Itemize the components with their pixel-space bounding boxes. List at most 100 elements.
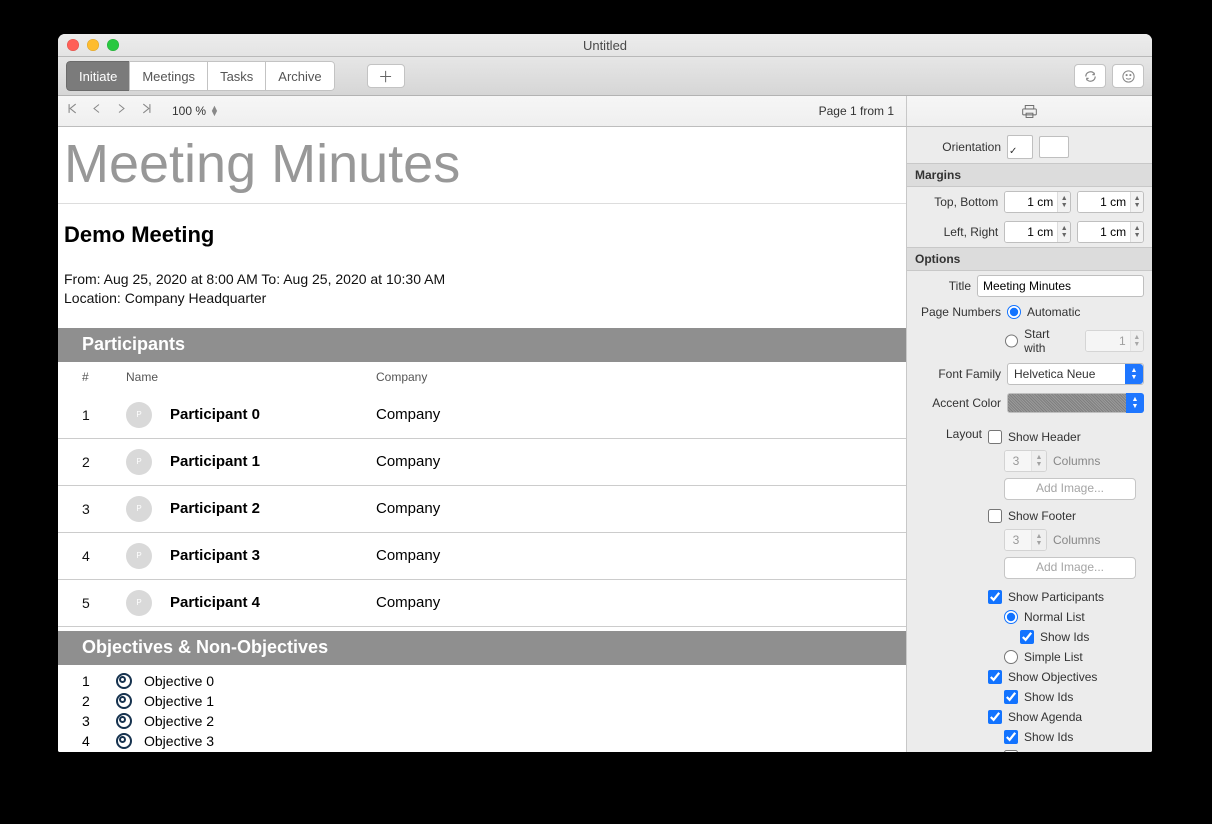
font-family-select[interactable]: Helvetica Neue ▲▼	[1007, 363, 1144, 385]
bottom-margin-stepper[interactable]: ▲▼	[1077, 191, 1144, 213]
emoji-button[interactable]	[1112, 64, 1144, 88]
start-with-input	[1086, 331, 1130, 351]
show-header-checkbox[interactable]	[988, 430, 1002, 444]
objective-index: 1	[82, 673, 116, 689]
add-button[interactable]: ＋	[367, 64, 405, 88]
objectives-show-ids-label: Show Ids	[1024, 690, 1073, 704]
inspector-panel: Orientation ✓ Margins Top, Bottom ▲▼ ▲▼ …	[907, 127, 1152, 752]
objective-index: 2	[82, 693, 116, 709]
agenda-show-ids-checkbox[interactable]	[1004, 730, 1018, 744]
meeting-meta: From: Aug 25, 2020 at 8:00 AM To: Aug 25…	[64, 270, 906, 308]
page-numbers-startwith-radio[interactable]	[1005, 334, 1019, 348]
next-page-button[interactable]	[116, 103, 128, 119]
footer-columns-stepper[interactable]: ▲▼	[1004, 529, 1047, 551]
view-mode-segmented: Initiate Meetings Tasks Archive	[66, 61, 335, 91]
agenda-show-responsible-checkbox[interactable]	[1004, 750, 1018, 752]
meeting-title: Demo Meeting	[64, 222, 906, 248]
participant-index: 4	[82, 548, 126, 564]
print-button[interactable]	[906, 96, 1152, 126]
participant-row: 4PParticipant 3Company	[58, 533, 906, 580]
tab-archive[interactable]: Archive	[265, 61, 334, 91]
footer-add-image-button[interactable]: Add Image...	[1004, 557, 1136, 579]
font-family-label: Font Family	[915, 367, 1001, 381]
sync-button[interactable]	[1074, 64, 1106, 88]
objective-label: Objective 2	[144, 713, 214, 729]
participants-simple-list-radio[interactable]	[1004, 650, 1018, 664]
last-page-button[interactable]	[140, 103, 152, 119]
participants-table-header: # Name Company	[58, 362, 906, 392]
avatar: P	[126, 449, 152, 475]
objective-label: Objective 0	[144, 673, 214, 689]
orientation-landscape[interactable]	[1039, 136, 1069, 158]
zoom-control[interactable]: 100 % ▲▼	[172, 104, 219, 118]
start-with-stepper[interactable]: ▲▼	[1085, 330, 1144, 352]
target-icon	[116, 713, 144, 729]
first-page-button[interactable]	[68, 103, 80, 119]
participants-normal-list-radio[interactable]	[1004, 610, 1018, 624]
show-agenda-checkbox[interactable]	[988, 710, 1002, 724]
right-margin-input[interactable]	[1078, 222, 1130, 242]
show-agenda-label: Show Agenda	[1008, 710, 1082, 724]
page-numbers-label: Page Numbers	[915, 305, 1001, 319]
document-title: Meeting Minutes	[64, 133, 906, 195]
left-right-label: Left, Right	[915, 225, 998, 239]
left-margin-input[interactable]	[1005, 222, 1057, 242]
participant-name: Participant 4	[170, 594, 260, 611]
printer-icon	[1021, 104, 1038, 119]
participant-name: Participant 3	[170, 547, 260, 564]
orientation-portrait[interactable]: ✓	[1007, 135, 1033, 159]
chevron-up-down-icon: ▲▼	[1125, 364, 1143, 384]
font-family-value: Helvetica Neue	[1014, 367, 1095, 381]
participant-index: 5	[82, 595, 126, 611]
show-objectives-checkbox[interactable]	[988, 670, 1002, 684]
prev-page-button[interactable]	[92, 103, 104, 119]
tab-tasks[interactable]: Tasks	[207, 61, 266, 91]
page-numbers-automatic-radio[interactable]	[1007, 305, 1021, 319]
objective-row: 4Objective 3	[58, 731, 906, 751]
participant-index: 1	[82, 407, 126, 423]
show-header-label: Show Header	[1008, 430, 1081, 444]
meeting-date-range: From: Aug 25, 2020 at 8:00 AM To: Aug 25…	[64, 270, 906, 289]
automatic-label: Automatic	[1027, 305, 1080, 319]
participant-index: 3	[82, 501, 126, 517]
document-nav-bar: 100 % ▲▼ Page 1 from 1	[58, 96, 1152, 127]
col-company-header: Company	[376, 370, 906, 384]
tab-initiate[interactable]: Initiate	[66, 61, 130, 91]
col-num-header: #	[82, 370, 126, 384]
avatar: P	[126, 590, 152, 616]
top-margin-stepper[interactable]: ▲▼	[1004, 191, 1071, 213]
accent-color-label: Accent Color	[915, 396, 1001, 410]
participant-row: 5PParticipant 4Company	[58, 580, 906, 627]
tab-meetings[interactable]: Meetings	[129, 61, 208, 91]
bottom-margin-input[interactable]	[1078, 192, 1130, 212]
start-with-label: Start with	[1024, 327, 1073, 355]
toolbar: Initiate Meetings Tasks Archive ＋	[58, 57, 1152, 96]
right-margin-stepper[interactable]: ▲▼	[1077, 221, 1144, 243]
participants-show-ids-checkbox[interactable]	[1020, 630, 1034, 644]
left-margin-stepper[interactable]: ▲▼	[1004, 221, 1071, 243]
header-columns-stepper[interactable]: ▲▼	[1004, 450, 1047, 472]
participant-name: Participant 2	[170, 500, 260, 517]
top-margin-input[interactable]	[1005, 192, 1057, 212]
app-window: Untitled Initiate Meetings Tasks Archive…	[58, 34, 1152, 752]
participant-name: Participant 1	[170, 453, 260, 470]
objective-index: 3	[82, 713, 116, 729]
orientation-label: Orientation	[915, 140, 1001, 154]
participant-company: Company	[376, 547, 906, 564]
objectives-show-ids-checkbox[interactable]	[1004, 690, 1018, 704]
target-icon	[116, 673, 144, 689]
sync-icon	[1083, 69, 1098, 84]
title-input[interactable]	[977, 275, 1144, 297]
participant-row: 3PParticipant 2Company	[58, 486, 906, 533]
show-footer-checkbox[interactable]	[988, 509, 1002, 523]
header-columns-input	[1005, 451, 1031, 471]
participant-company: Company	[376, 453, 906, 470]
accent-color-well[interactable]: ▲▼	[1007, 393, 1144, 413]
agenda-show-ids-label: Show Ids	[1024, 730, 1073, 744]
objective-index: 4	[82, 733, 116, 749]
header-add-image-button[interactable]: Add Image...	[1004, 478, 1136, 500]
divider	[58, 203, 906, 204]
show-footer-label: Show Footer	[1008, 509, 1076, 523]
titlebar: Untitled	[58, 34, 1152, 57]
show-participants-checkbox[interactable]	[988, 590, 1002, 604]
